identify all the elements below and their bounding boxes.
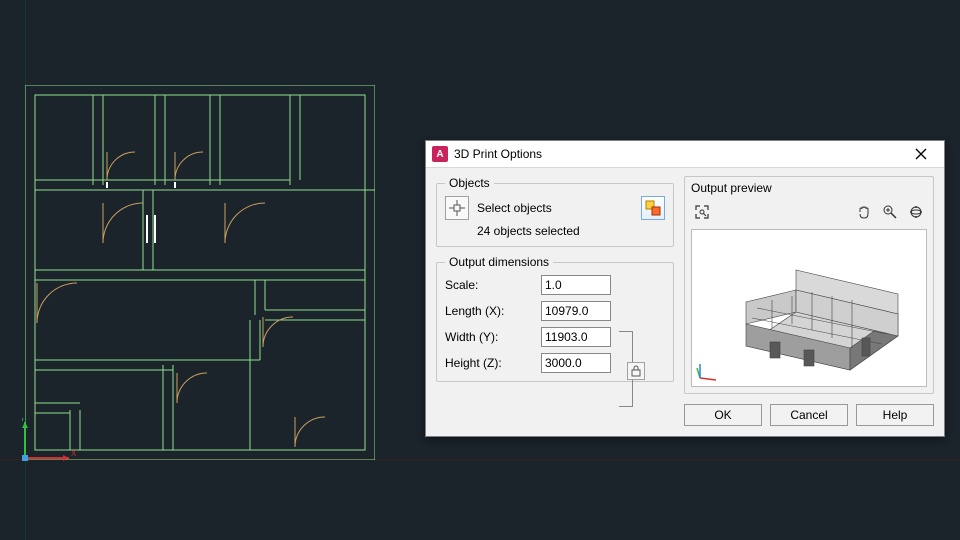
select-objects-label: Select objects <box>477 201 552 215</box>
output-preview-section: Output preview <box>684 176 934 394</box>
width-input[interactable] <box>541 327 611 347</box>
dialog-button-row: OK Cancel Help <box>426 400 944 436</box>
dialog-titlebar[interactable]: A 3D Print Options <box>426 141 944 168</box>
cancel-button[interactable]: Cancel <box>770 404 848 426</box>
preview-3d-model <box>692 230 927 386</box>
lock-aspect-button[interactable] <box>627 362 645 380</box>
select-objects-button[interactable] <box>445 196 469 220</box>
print3d-options-dialog: A 3D Print Options Objects <box>425 140 945 437</box>
output-dimensions-section: Output dimensions Scale: Length (X) <box>436 255 674 382</box>
scale-label: Scale: <box>445 278 535 292</box>
length-label: Length (X): <box>445 304 535 318</box>
dialog-title-text: 3D Print Options <box>454 147 904 161</box>
objects-section: Objects Select objects <box>436 176 674 247</box>
output-preview-label: Output preview <box>685 177 933 197</box>
output-dimensions-label: Output dimensions <box>445 255 553 269</box>
height-input[interactable] <box>541 353 611 373</box>
help-button[interactable]: Help <box>856 404 934 426</box>
preview-viewport[interactable] <box>691 229 927 387</box>
quick-select-icon <box>645 200 661 216</box>
close-icon <box>915 148 927 160</box>
close-button[interactable] <box>904 145 938 163</box>
zoom-button[interactable] <box>879 201 901 223</box>
zoom-extents-button[interactable] <box>691 201 713 223</box>
hand-icon <box>856 204 872 220</box>
preview-ucs-icon <box>696 358 720 382</box>
quick-select-button[interactable] <box>641 196 665 220</box>
zoom-icon <box>882 204 898 220</box>
pan-button[interactable] <box>853 201 875 223</box>
floorplan-drawing <box>25 85 375 460</box>
zoom-extents-icon <box>694 204 710 220</box>
ok-button[interactable]: OK <box>684 404 762 426</box>
objects-selected-count: 24 objects selected <box>477 224 665 238</box>
orbit-button[interactable] <box>905 201 927 223</box>
width-label: Width (Y): <box>445 330 535 344</box>
crosshair-icon <box>449 200 465 216</box>
length-input[interactable] <box>541 301 611 321</box>
orbit-icon <box>908 204 924 220</box>
scale-input[interactable] <box>541 275 611 295</box>
objects-section-label: Objects <box>445 176 494 190</box>
app-icon: A <box>432 146 448 162</box>
height-label: Height (Z): <box>445 356 535 370</box>
lock-icon <box>630 365 642 377</box>
